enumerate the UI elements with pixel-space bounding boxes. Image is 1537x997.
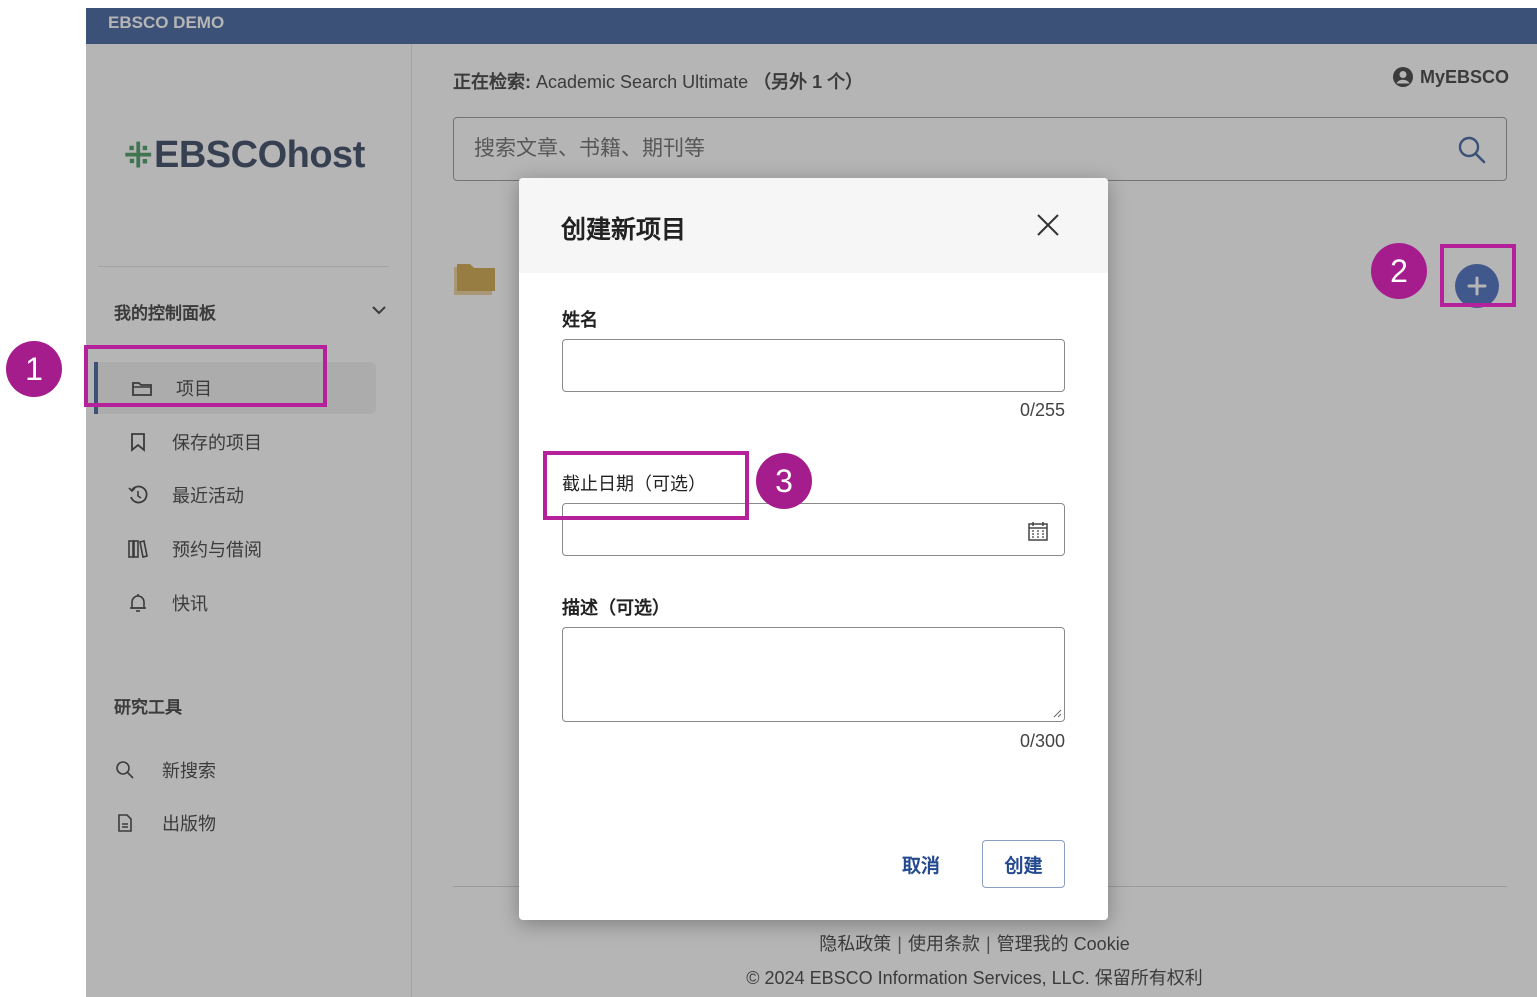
- close-icon[interactable]: [1033, 210, 1063, 240]
- callout-step-3: 3: [756, 453, 812, 509]
- callout-box-due-date: [543, 451, 749, 520]
- description-char-counter: 0/300: [1019, 731, 1065, 751]
- callout-box-add: [1440, 244, 1516, 307]
- callout-step-1: 1: [6, 341, 62, 397]
- name-char-counter: 0/255: [1019, 400, 1065, 420]
- description-field-label: 描述（可选）: [562, 598, 670, 618]
- create-project-dialog: 创建新项目 姓名 0/255 截止日期（可选） 描述（可选） 0/300 取消 …: [519, 178, 1108, 920]
- callout-step-2: 2: [1371, 243, 1427, 299]
- cancel-button[interactable]: 取消: [891, 842, 951, 886]
- resize-grip-icon[interactable]: [1052, 708, 1062, 718]
- create-button[interactable]: 创建: [982, 840, 1065, 888]
- name-field-label: 姓名: [562, 310, 598, 330]
- description-field[interactable]: [562, 627, 1065, 722]
- screenshot-root: EBSCO DEMO ⁜EBSCOhost 我的控制面板 项目 保存的项目 最近…: [0, 0, 1537, 997]
- dialog-title: 创建新项目: [561, 216, 687, 244]
- name-field[interactable]: [562, 339, 1065, 392]
- callout-box-projects: [84, 345, 327, 407]
- calendar-icon[interactable]: [1027, 520, 1049, 542]
